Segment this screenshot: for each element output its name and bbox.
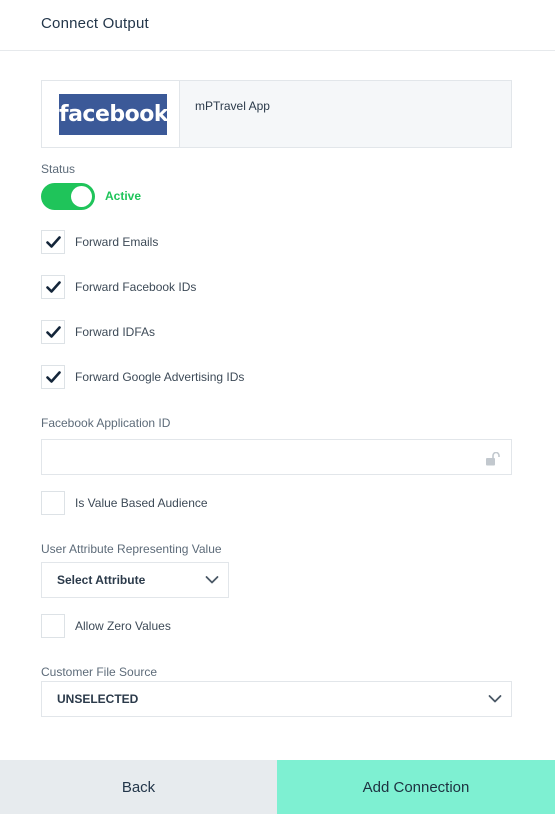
chevron-down-icon — [488, 695, 502, 703]
forward-emails-checkbox[interactable] — [41, 230, 65, 254]
status-toggle[interactable] — [41, 183, 95, 210]
checkmark-icon — [46, 371, 61, 383]
user-attribute-selected: Select Attribute — [57, 573, 146, 587]
customer-file-source-label: Customer File Source — [41, 665, 158, 679]
checkmark-icon — [46, 326, 61, 338]
forward-idfas-label: Forward IDFAs — [75, 325, 156, 339]
dialog-footer: Back Add Connection — [0, 760, 555, 814]
app-id-input[interactable] — [41, 439, 512, 475]
chevron-down-icon — [205, 576, 219, 584]
forward-google-advertising-ids-option[interactable]: Forward Google Advertising IDs — [41, 365, 441, 389]
allow-zero-values-checkbox[interactable] — [41, 614, 65, 638]
status-value: Active — [105, 189, 142, 203]
value-based-audience-option[interactable]: Is Value Based Audience — [41, 491, 441, 515]
forward-idfas-checkbox[interactable] — [41, 320, 65, 344]
forward-facebook-ids-checkbox[interactable] — [41, 275, 65, 299]
value-based-audience-label: Is Value Based Audience — [75, 496, 208, 510]
page-title: Connect Output — [41, 15, 149, 32]
forward-idfas-option[interactable]: Forward IDFAs — [41, 320, 441, 344]
forward-facebook-ids-label: Forward Facebook IDs — [75, 280, 197, 294]
back-button[interactable]: Back — [0, 760, 277, 814]
status-label: Status — [41, 162, 76, 176]
forward-facebook-ids-option[interactable]: Forward Facebook IDs — [41, 275, 441, 299]
add-connection-button[interactable]: Add Connection — [277, 760, 555, 814]
customer-file-source-selected: UNSELECTED — [57, 692, 139, 706]
unlock-icon — [486, 452, 500, 466]
allow-zero-values-option[interactable]: Allow Zero Values — [41, 614, 441, 638]
partner-logo-box: facebook — [42, 81, 180, 147]
customer-file-source-select[interactable]: UNSELECTED — [41, 681, 512, 717]
app-id-label: Facebook Application ID — [41, 416, 171, 430]
toggle-knob — [71, 186, 92, 207]
user-attribute-label: User Attribute Representing Value — [41, 542, 222, 556]
connection-form: facebook mPTravel App Status Active Forw… — [0, 51, 555, 760]
forward-google-advertising-ids-label: Forward Google Advertising IDs — [75, 370, 245, 384]
forward-emails-option[interactable]: Forward Emails — [41, 230, 441, 254]
value-based-audience-checkbox[interactable] — [41, 491, 65, 515]
forward-emails-label: Forward Emails — [75, 235, 159, 249]
checkmark-icon — [46, 281, 61, 293]
partner-card: facebook mPTravel App — [41, 80, 512, 148]
allow-zero-values-label: Allow Zero Values — [75, 619, 171, 633]
facebook-logo: facebook — [59, 94, 169, 135]
partner-name: mPTravel App — [195, 99, 270, 113]
forward-google-advertising-ids-checkbox[interactable] — [41, 365, 65, 389]
dialog-header: Connect Output — [0, 0, 555, 51]
user-attribute-select[interactable]: Select Attribute — [41, 562, 229, 598]
checkmark-icon — [46, 236, 61, 248]
